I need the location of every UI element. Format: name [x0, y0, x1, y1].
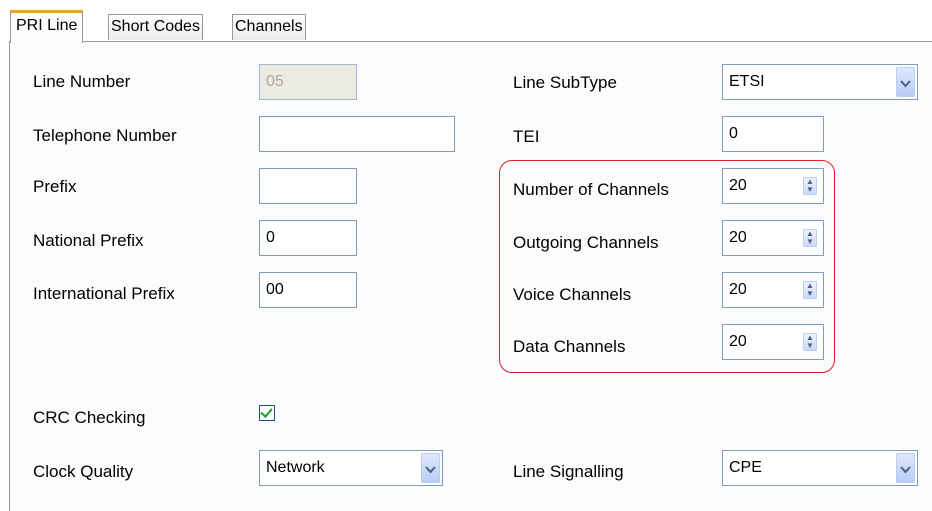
up-down-spinner-icon[interactable]: ▲ ▼	[803, 333, 817, 351]
tei-field[interactable]: 0	[722, 116, 824, 152]
tab-label: Channels	[235, 18, 303, 35]
line-number-label: Line Number	[33, 72, 131, 91]
national-prefix-label: National Prefix	[33, 231, 144, 250]
up-down-spinner-icon[interactable]: ▲ ▼	[803, 281, 817, 299]
crc-checking-label: CRC Checking	[33, 408, 146, 427]
up-down-spinner-icon[interactable]: ▲ ▼	[803, 229, 817, 247]
clock-quality-label: Clock Quality	[33, 462, 134, 481]
outgoing-channels-label: Outgoing Channels	[513, 233, 659, 252]
tei-value: 0	[729, 125, 738, 142]
data-channels-label: Data Channels	[513, 337, 626, 356]
line-number-field: 05	[259, 64, 357, 100]
national-prefix-field[interactable]: 0	[259, 220, 357, 256]
line-number-value: 05	[266, 73, 284, 90]
voice-channels-value: 20	[729, 281, 747, 298]
data-channels-value: 20	[729, 333, 747, 350]
tab-channels[interactable]: Channels	[232, 14, 306, 40]
outgoing-channels-spinner[interactable]: 20 ▲ ▼	[722, 220, 824, 256]
tab-bar: PRI Line Short Codes Channels	[0, 0, 932, 43]
number-of-channels-label: Number of Channels	[513, 180, 669, 199]
data-channels-spinner[interactable]: 20 ▲ ▼	[722, 324, 824, 360]
tei-label: TEI	[513, 127, 540, 146]
tab-pri-line[interactable]: PRI Line	[10, 10, 84, 43]
crc-checking-checkbox[interactable]	[259, 405, 275, 421]
tab-label: Short Codes	[111, 18, 200, 35]
up-down-spinner-icon[interactable]: ▲ ▼	[803, 177, 817, 195]
international-prefix-label: International Prefix	[33, 284, 175, 303]
number-of-channels-value: 20	[729, 177, 747, 194]
tab-label: PRI Line	[16, 17, 78, 34]
tab-short-codes[interactable]: Short Codes	[108, 14, 203, 40]
telephone-number-field[interactable]	[259, 116, 455, 152]
line-subtype-label: Line SubType	[513, 73, 617, 92]
line-subtype-value: ETSI	[729, 73, 765, 90]
prefix-label: Prefix	[33, 177, 77, 196]
chevron-down-icon[interactable]	[896, 67, 915, 97]
voice-channels-spinner[interactable]: 20 ▲ ▼	[722, 272, 824, 308]
outgoing-channels-value: 20	[729, 229, 747, 246]
voice-channels-label: Voice Channels	[513, 285, 632, 304]
chevron-down-icon[interactable]	[896, 453, 915, 483]
national-prefix-value: 0	[266, 229, 275, 246]
chevron-down-icon[interactable]	[421, 453, 440, 483]
international-prefix-value: 00	[266, 281, 284, 298]
line-subtype-dropdown[interactable]: ETSI	[722, 64, 918, 100]
telephone-number-label: Telephone Number	[33, 126, 177, 145]
prefix-field[interactable]	[259, 168, 357, 204]
line-signalling-value: CPE	[729, 459, 762, 476]
checkmark-icon	[260, 405, 273, 418]
clock-quality-dropdown[interactable]: Network	[259, 450, 443, 486]
line-signalling-dropdown[interactable]: CPE	[722, 450, 918, 486]
line-signalling-label: Line Signalling	[513, 462, 624, 481]
international-prefix-field[interactable]: 00	[259, 272, 357, 308]
number-of-channels-spinner[interactable]: 20 ▲ ▼	[722, 168, 824, 204]
clock-quality-value: Network	[266, 459, 325, 476]
